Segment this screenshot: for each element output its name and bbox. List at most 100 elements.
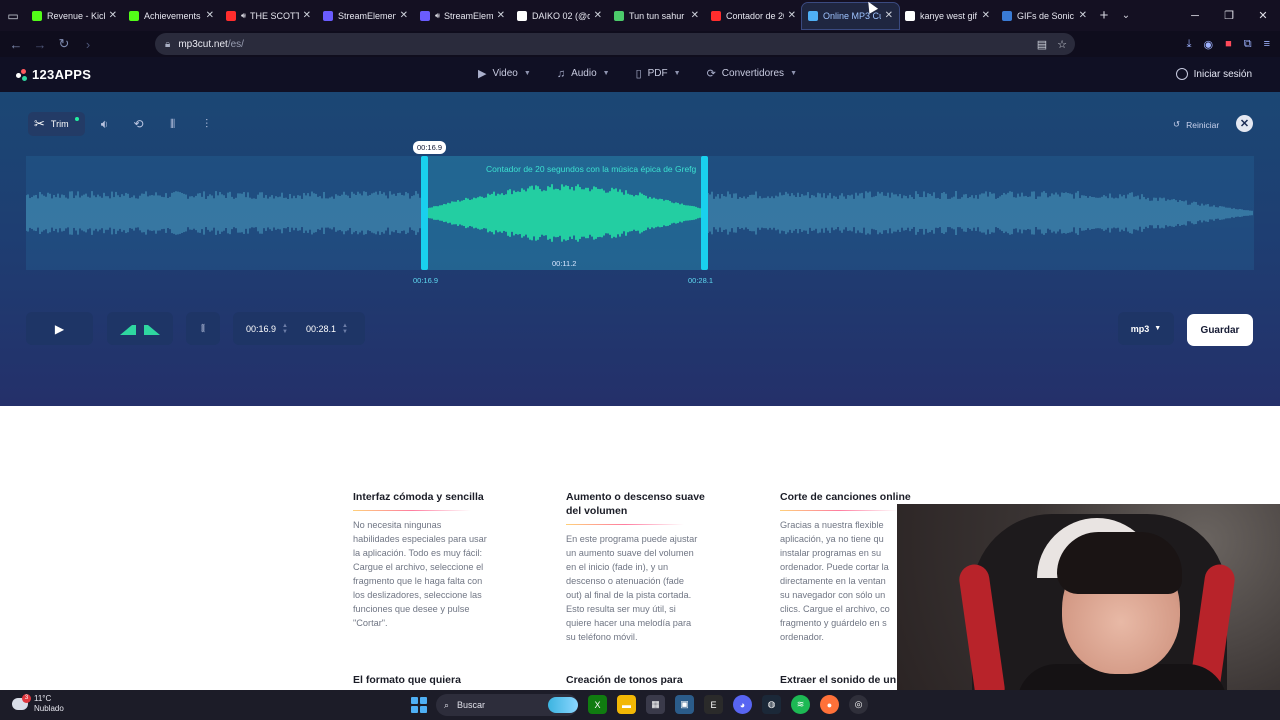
tab-label: DAIKO 02 (@dai bbox=[532, 10, 590, 21]
tab-close-icon[interactable]: ✕ bbox=[497, 10, 505, 21]
browser-tab[interactable]: kanye west gif - ✕ bbox=[899, 3, 996, 29]
discord-icon[interactable]: ◕ bbox=[733, 695, 752, 714]
main-menu: ▶ Video ▼ ♫ Audio ▼ ▯ PDF ▼ ⟳ Convertidores ▼ bbox=[478, 67, 797, 81]
list-tabs-button[interactable]: ⌄ bbox=[1115, 10, 1137, 21]
tab-close-icon[interactable]: ✕ bbox=[109, 10, 117, 21]
format-select[interactable]: mp3 ▼ bbox=[1118, 312, 1174, 345]
save-button[interactable]: Guardar bbox=[1187, 314, 1253, 346]
reader-view-icon[interactable]: ▤ bbox=[1037, 38, 1047, 51]
close-window-button[interactable]: ✕ bbox=[1246, 0, 1280, 31]
speed-tool[interactable]: ⟲ bbox=[125, 112, 153, 136]
cloud-icon: 3 bbox=[12, 694, 31, 710]
tab-audio-icon[interactable]: 🔊︎ bbox=[241, 11, 246, 21]
tab-close-icon[interactable]: ✕ bbox=[400, 10, 408, 21]
menu-audio[interactable]: ♫ Audio ▼ bbox=[557, 67, 610, 80]
start-handle[interactable] bbox=[421, 156, 428, 270]
end-stepper-icon[interactable]: ▲ ▼ bbox=[342, 323, 348, 335]
tab-close-icon[interactable]: ✕ bbox=[206, 10, 214, 21]
browser-tab[interactable]: Tun tun sahur G ✕ bbox=[608, 3, 705, 29]
tab-audio-icon[interactable]: 🔊︎ bbox=[435, 11, 440, 21]
extension-red-icon[interactable]: ■ bbox=[1225, 38, 1232, 51]
browser-tab[interactable]: 🔊︎ StreamElem ✕ bbox=[414, 3, 511, 29]
menu-pdf[interactable]: ▯ PDF ▼ bbox=[636, 67, 681, 80]
reset-button[interactable]: ↺ Reiniciar bbox=[1173, 119, 1219, 130]
login-link[interactable]: Iniciar sesión bbox=[1175, 68, 1252, 80]
close-icon: ✕ bbox=[1239, 118, 1250, 130]
address-bar[interactable]: 🔒︎ mp3cut.net/es/ ▤ ☆ bbox=[155, 33, 1075, 55]
equalizer-tool[interactable]: ⦀ bbox=[159, 112, 187, 136]
tab-close-icon[interactable]: ✕ bbox=[303, 10, 311, 21]
menu-convertidores[interactable]: ⟳ Convertidores ▼ bbox=[707, 67, 797, 80]
caret-down-icon: ▼ bbox=[1154, 325, 1162, 332]
browser-tab[interactable]: GIFs de Sonic G ✕ bbox=[996, 3, 1093, 29]
split-button[interactable]: ⧛ bbox=[186, 312, 220, 345]
file-explorer-icon[interactable]: ▬ bbox=[617, 695, 636, 714]
tab-close-icon[interactable]: ✕ bbox=[1079, 10, 1087, 21]
reload-button[interactable]: ↻ bbox=[52, 36, 76, 52]
menu-icon[interactable]: ≡ bbox=[1264, 38, 1270, 51]
store-icon[interactable]: ▦ bbox=[646, 695, 665, 714]
tab-close-icon[interactable]: ✕ bbox=[982, 10, 990, 21]
maximize-button[interactable]: ❐ bbox=[1212, 0, 1246, 31]
menu-video[interactable]: ▶ Video ▼ bbox=[478, 67, 531, 80]
sidebar-toggle-icon[interactable]: › bbox=[76, 37, 100, 52]
track-title: Contador de 20 segundos con la música ép… bbox=[486, 164, 697, 174]
extensions-icon[interactable]: ⧉ bbox=[1244, 38, 1252, 51]
steam-icon[interactable]: ◍ bbox=[762, 695, 781, 714]
forward-button[interactable]: → bbox=[28, 37, 52, 52]
windows-start-icon[interactable] bbox=[411, 697, 427, 713]
photos-icon[interactable]: ▣ bbox=[675, 695, 694, 714]
tab-label: kanye west gif - bbox=[920, 10, 978, 21]
chevron-down-icon: ▼ bbox=[602, 70, 610, 77]
browser-tab[interactable]: Contador de 20 ✕ bbox=[705, 3, 802, 29]
start-stepper-icon[interactable]: ▲ ▼ bbox=[282, 323, 288, 335]
tab-close-icon[interactable]: ✕ bbox=[691, 10, 699, 21]
obs-icon[interactable]: ◎ bbox=[849, 695, 868, 714]
close-editor-button[interactable]: ✕ bbox=[1236, 115, 1253, 132]
weather-widget[interactable]: 3 11°C Nublado bbox=[12, 694, 64, 714]
spotify-icon[interactable]: ≋ bbox=[791, 695, 810, 714]
waveform-track[interactable]: Contador de 20 segundos con la música ép… bbox=[26, 156, 1254, 270]
fade-in-out-icon[interactable] bbox=[118, 322, 162, 336]
feature-text-line: fragmento que le haga falta con bbox=[353, 576, 483, 586]
volume-tool[interactable]: 🔉︎ bbox=[91, 112, 119, 136]
downloads-icon[interactable]: ⤓ bbox=[1187, 38, 1192, 51]
waveform-icon: ⦀ bbox=[169, 116, 176, 131]
site-logo[interactable]: 123APPS bbox=[16, 67, 91, 82]
browser-tab[interactable]: Online MP3 Cut ✕ bbox=[801, 1, 900, 30]
minimize-button[interactable]: ─ bbox=[1178, 0, 1212, 31]
streamelements-icon bbox=[420, 10, 430, 21]
feature-text-line: Cargue el archivo, seleccione el bbox=[353, 562, 484, 572]
bookmark-star-icon[interactable]: ☆ bbox=[1057, 38, 1067, 51]
tab-close-icon[interactable]: ✕ bbox=[885, 10, 893, 21]
browser-tab[interactable]: Revenue - Kick D ✕ bbox=[26, 3, 123, 29]
xbox-icon[interactable]: X bbox=[588, 695, 607, 714]
start-time-input[interactable]: 00:16.9 bbox=[246, 324, 276, 334]
firefox-icon[interactable]: ● bbox=[820, 695, 839, 714]
tab-overview-icon[interactable]: ▭ bbox=[0, 0, 26, 31]
play-icon: ▶ bbox=[54, 321, 65, 336]
new-tab-button[interactable]: + bbox=[1093, 7, 1115, 24]
browser-tab[interactable]: 🔊︎ THE SCOTTS ✕ bbox=[220, 3, 317, 29]
feature-text-line: habilidades especiales para usar bbox=[353, 534, 487, 544]
feature-text-line: out) al final de la pista cortada. bbox=[566, 590, 692, 600]
play-button[interactable]: ▶ bbox=[26, 312, 93, 345]
browser-tab[interactable]: DAIKO 02 (@dai ✕ bbox=[511, 3, 608, 29]
settings-tool[interactable]: ⫶ bbox=[193, 112, 221, 136]
logo-dots-icon bbox=[16, 68, 28, 81]
window-controls: ─ ❐ ✕ bbox=[1178, 0, 1280, 31]
browser-tab[interactable]: Achievements - I ✕ bbox=[123, 3, 220, 29]
search-label: Buscar bbox=[457, 700, 486, 710]
epic-games-icon[interactable]: E bbox=[704, 695, 723, 714]
back-button[interactable]: ← bbox=[4, 37, 28, 52]
tab-close-icon[interactable]: ✕ bbox=[788, 10, 796, 21]
taskbar-search[interactable]: ⌕ Buscar bbox=[436, 694, 578, 716]
trim-tool[interactable]: ✂ Trim bbox=[28, 112, 85, 136]
end-time-input[interactable]: 00:28.1 bbox=[306, 324, 336, 334]
end-handle[interactable] bbox=[701, 156, 708, 270]
tab-close-icon[interactable]: ✕ bbox=[594, 10, 602, 21]
search-highlight-icon bbox=[548, 697, 578, 713]
browser-tab[interactable]: StreamElements ✕ bbox=[317, 3, 414, 29]
account-icon[interactable]: ◉ bbox=[1203, 38, 1213, 51]
gradient-divider bbox=[780, 510, 898, 511]
